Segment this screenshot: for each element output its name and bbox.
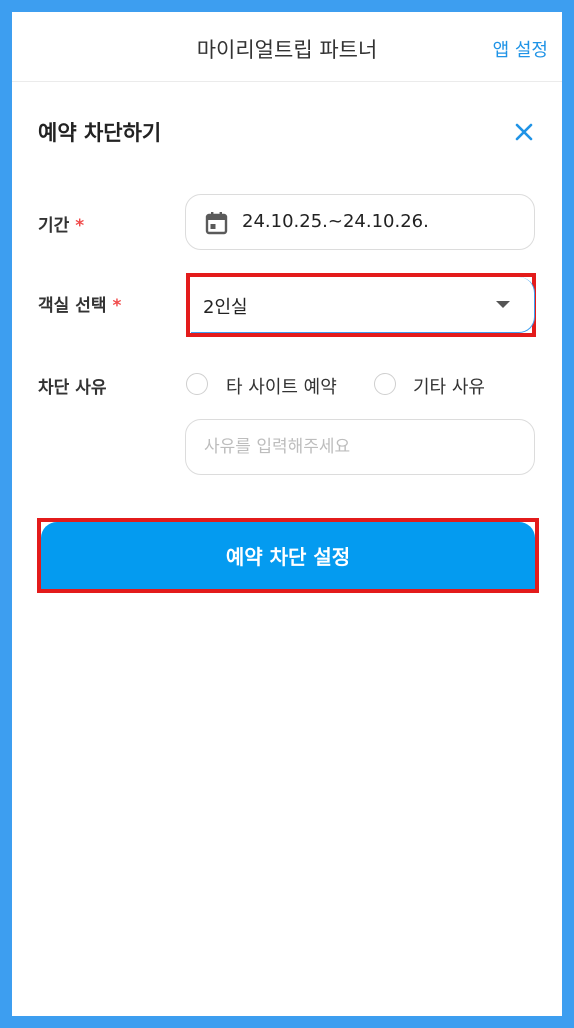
app-settings-link[interactable]: 앱 설정: [493, 36, 548, 62]
date-range-field[interactable]: 24.10.25.~24.10.26.: [185, 194, 535, 250]
date-range-value: 24.10.25.~24.10.26.: [242, 211, 429, 232]
period-label: 기간 *: [38, 211, 84, 236]
reason-label: 차단 사유: [38, 378, 107, 398]
radio-other-site-label[interactable]: 타 사이트 예약: [226, 373, 337, 399]
block-reservation-button[interactable]: 예약 차단 설정: [41, 522, 535, 589]
dialog-title: 예약 차단하기: [38, 121, 162, 145]
radio-other-reason-label[interactable]: 기타 사유: [413, 373, 485, 399]
radio-other-site[interactable]: [186, 373, 208, 395]
room-label: 객실 선택 *: [38, 291, 121, 316]
required-mark: *: [75, 216, 85, 236]
app-screen: 마이리얼트립 파트너 앱 설정 예약 차단하기 기간 * 24.10.25.~24…: [12, 12, 562, 1016]
close-icon[interactable]: [512, 120, 536, 144]
reason-input[interactable]: [186, 420, 534, 474]
room-select[interactable]: 2인실: [191, 277, 535, 333]
header-title: 마이리얼트립 파트너: [196, 38, 378, 62]
room-select-value: 2인실: [203, 297, 248, 318]
calendar-icon: [205, 211, 228, 235]
room-label-text: 객실 선택: [38, 296, 107, 316]
period-label-text: 기간: [38, 216, 70, 236]
reason-field: [185, 419, 535, 475]
radio-other-reason[interactable]: [374, 373, 396, 395]
required-mark: *: [112, 296, 122, 316]
chevron-down-icon: [496, 301, 510, 308]
app-header: 마이리얼트립 파트너 앱 설정: [12, 12, 562, 82]
